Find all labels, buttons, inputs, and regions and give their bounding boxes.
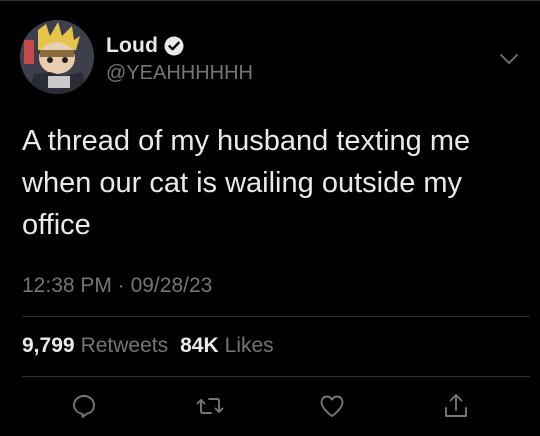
retweet-icon[interactable] [196,392,224,420]
stats-top-divider [22,316,530,317]
display-name[interactable]: Loud [106,34,158,58]
author-name-row: Loud [106,34,184,58]
meta-separator: · [117,274,125,297]
likes-label[interactable]: Likes [225,334,274,358]
tweet-date: 09/28/23 [130,274,213,297]
top-divider [0,0,540,1]
like-icon[interactable] [318,392,346,420]
tweet-text: A thread of my husband texting me when o… [22,125,471,241]
tweet-timestamp[interactable]: 12:38 PM · 09/28/23 [22,274,212,298]
share-icon[interactable] [442,392,470,420]
avatar[interactable] [20,20,94,94]
stats-bottom-divider [22,376,530,377]
retweets-count[interactable]: 9,799 [22,334,75,358]
verified-badge-icon [164,36,184,56]
user-handle[interactable]: @YEAHHHHHH [106,62,253,85]
action-bar [0,392,540,426]
engagement-stats: 9,799 Retweets 84K Likes [22,334,280,358]
chevron-down-icon[interactable] [498,52,520,66]
avatar-image [20,20,94,94]
tweet-time: 12:38 PM [22,274,112,297]
retweets-label[interactable]: Retweets [81,334,169,358]
likes-count[interactable]: 84K [180,334,219,358]
reply-icon[interactable] [70,392,98,420]
